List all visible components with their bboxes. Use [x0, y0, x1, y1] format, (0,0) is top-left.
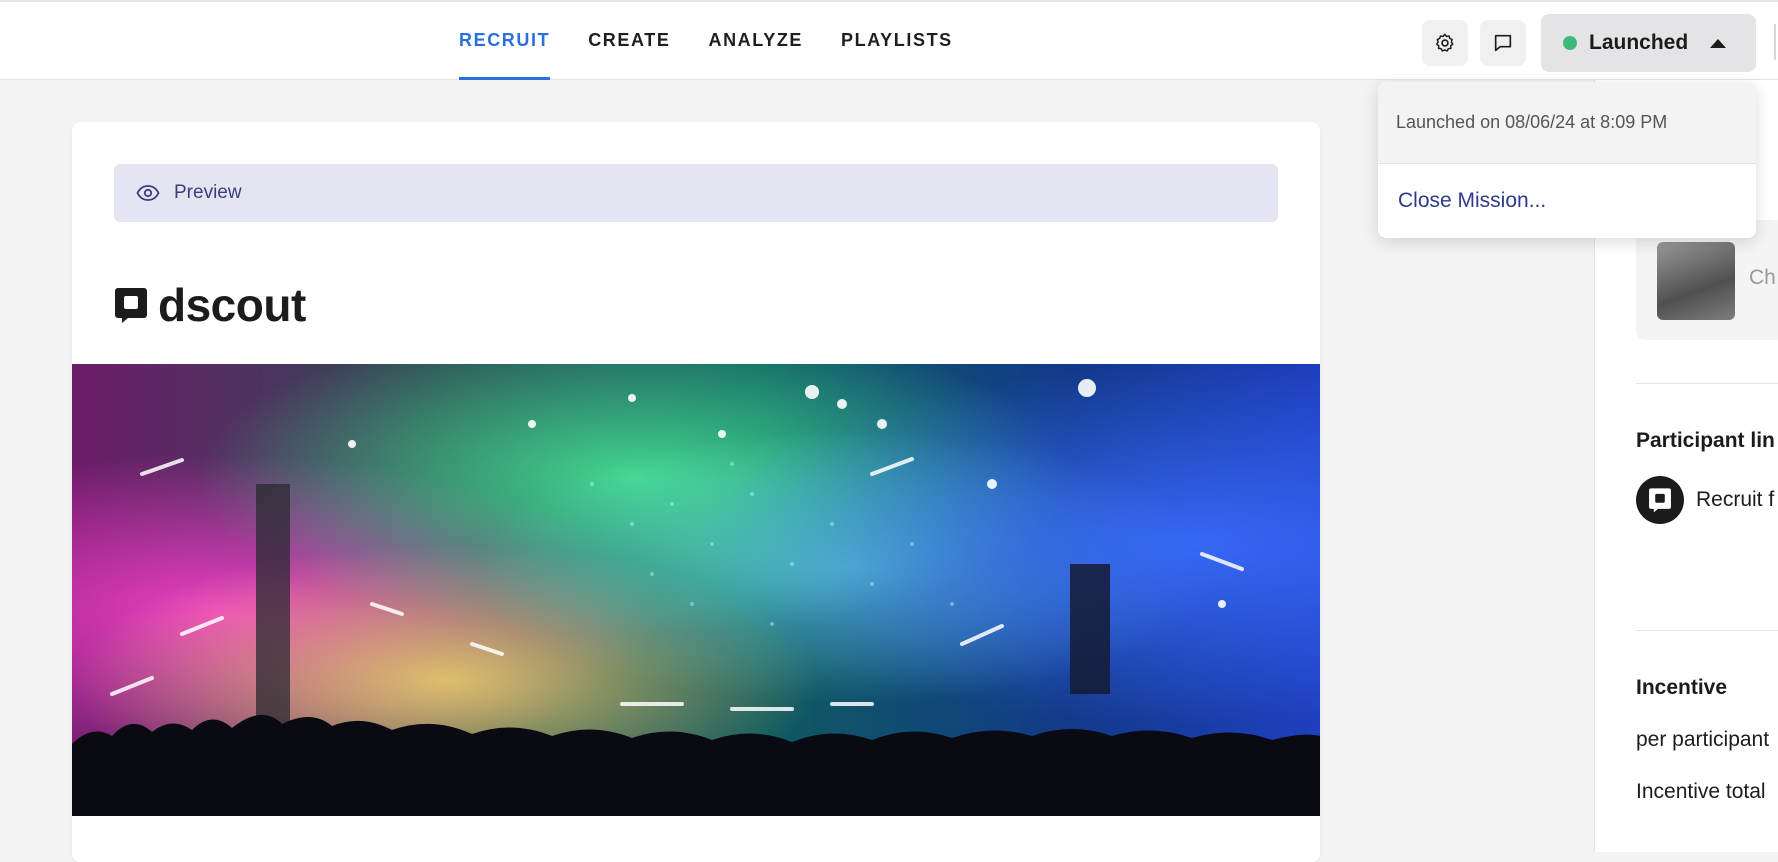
tab-create[interactable]: CREATE	[588, 2, 670, 80]
close-mission-item[interactable]: Close Mission...	[1378, 164, 1756, 238]
settings-button[interactable]	[1422, 20, 1468, 66]
thumbnail-label: Ch	[1749, 266, 1776, 289]
status-label: Launched	[1589, 31, 1689, 54]
top-navigation-bar: RECRUIT CREATE ANALYZE PLAYLISTS Launche…	[0, 0, 1778, 80]
status-dropdown-menu: Launched on 08/06/24 at 8:09 PM Close Mi…	[1378, 82, 1756, 238]
preview-banner[interactable]: Preview	[114, 164, 1278, 222]
launch-status-button[interactable]: Launched	[1541, 14, 1756, 72]
participant-heading: Participant lin	[1636, 429, 1775, 452]
tab-playlists[interactable]: PLAYLISTS	[841, 2, 953, 80]
tab-recruit[interactable]: RECRUIT	[459, 2, 551, 80]
per-participant-label: per participant	[1636, 728, 1770, 751]
hero-concert-image	[72, 364, 1320, 816]
dscout-logo-icon	[1649, 488, 1671, 513]
launched-info: Launched on 08/06/24 at 8:09 PM	[1378, 82, 1756, 164]
mission-thumbnail-card[interactable]: Ch	[1636, 220, 1778, 340]
tab-analyze[interactable]: ANALYZE	[708, 2, 803, 80]
edge-divider	[1774, 24, 1776, 60]
caret-up-icon	[1710, 39, 1726, 48]
recruit-icon	[1636, 476, 1684, 524]
chat-bubble-icon	[1494, 34, 1512, 52]
comments-button[interactable]	[1480, 20, 1526, 66]
gear-icon	[1435, 33, 1454, 52]
divider	[1636, 383, 1778, 384]
recruit-label[interactable]: Recruit f	[1696, 488, 1774, 512]
dscout-logo-icon	[115, 288, 147, 323]
mission-thumbnail	[1657, 242, 1735, 320]
main-nav: RECRUIT CREATE ANALYZE PLAYLISTS	[459, 2, 991, 80]
preview-label: Preview	[174, 182, 242, 203]
dscout-logo: dscout	[114, 278, 306, 332]
eye-icon	[136, 185, 160, 201]
incentive-heading: Incentive	[1636, 676, 1728, 699]
logo-text: dscout	[158, 279, 306, 331]
incentive-total-label: Incentive total	[1636, 780, 1766, 803]
divider	[1636, 630, 1778, 631]
concert-illustration	[72, 364, 1320, 816]
mission-preview-card: Preview dscout	[72, 122, 1320, 862]
status-dot	[1563, 36, 1577, 50]
